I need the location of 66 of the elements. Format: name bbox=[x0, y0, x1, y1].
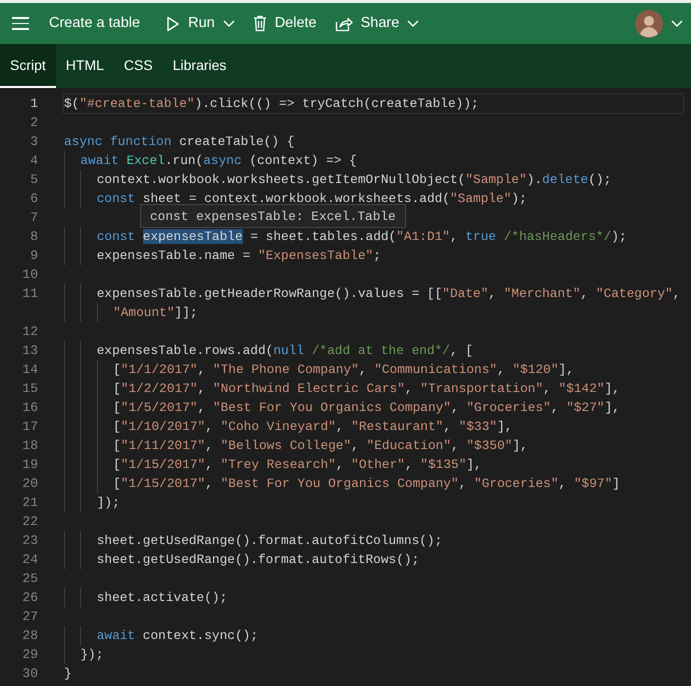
code-line: expensesTable.name = "ExpensesTable"; bbox=[64, 246, 381, 265]
line-number: 1 bbox=[29, 95, 38, 113]
line-number: 23 bbox=[21, 532, 38, 550]
line-number: 29 bbox=[21, 646, 38, 664]
hover-tooltip: const expensesTable: Excel.Table bbox=[140, 204, 406, 228]
line-number: 6 bbox=[29, 190, 38, 208]
code-line: sheet.getUsedRange().format.autofitColumns(); bbox=[64, 531, 442, 550]
line-number: 8 bbox=[29, 228, 38, 246]
line-number: 7 bbox=[29, 209, 38, 227]
share-icon bbox=[334, 16, 353, 32]
line-number: 17 bbox=[21, 418, 38, 436]
code-line: context.workbook.worksheets.getItemOrNullObject("Sample").delete(); bbox=[64, 170, 612, 189]
code-line: $("#create-table").click(() => tryCatch(createTable)); bbox=[64, 95, 479, 113]
line-number: 25 bbox=[21, 570, 38, 588]
code-line: ]); bbox=[64, 493, 120, 512]
code-line: "Amount"]]; bbox=[64, 303, 198, 322]
line-number: 24 bbox=[21, 551, 38, 569]
code-line: } bbox=[64, 665, 72, 683]
line-number: 12 bbox=[21, 323, 38, 341]
trash-icon bbox=[252, 15, 267, 32]
code-line: ["1/15/2017", "Best For You Organics Company", "Groceries", "$97"] bbox=[64, 474, 620, 493]
line-number: 21 bbox=[21, 494, 38, 512]
line-number: 18 bbox=[21, 437, 38, 455]
avatar-icon[interactable] bbox=[635, 10, 663, 38]
line-number: 3 bbox=[29, 133, 38, 151]
editor-tab[interactable]: Libraries bbox=[162, 44, 236, 88]
line-number: 11 bbox=[21, 285, 38, 303]
line-number: 28 bbox=[21, 627, 38, 645]
line-number: 19 bbox=[21, 456, 38, 474]
code-line: await Excel.run(async (context) => { bbox=[64, 151, 357, 170]
code-line: }); bbox=[64, 645, 104, 664]
editor-tab[interactable]: CSS bbox=[114, 44, 163, 88]
line-number: 22 bbox=[21, 513, 38, 531]
line-number: 2 bbox=[29, 114, 38, 132]
play-icon bbox=[166, 16, 180, 32]
line-number: 14 bbox=[21, 361, 38, 379]
line-number: 26 bbox=[21, 589, 38, 607]
line-number: 27 bbox=[21, 608, 38, 626]
code-line: expensesTable.rows.add(null /*add at the end*/, [ bbox=[64, 341, 474, 360]
code-line: ["1/10/2017", "Coho Vineyard", "Restaurant", "$33"], bbox=[64, 417, 512, 436]
chevron-down-icon bbox=[671, 20, 683, 28]
snippet-title: Create a table bbox=[49, 14, 140, 33]
code-line: ["1/11/2017", "Bellows College", "Education", "$350"], bbox=[64, 436, 528, 455]
line-number: 10 bbox=[21, 266, 38, 284]
code-line: ["1/2/2017", "Northwind Electric Cars", "Transportation", "$142"], bbox=[64, 379, 620, 398]
code-line: sheet.activate(); bbox=[64, 588, 228, 607]
toolbar-button[interactable]: Share bbox=[334, 12, 420, 34]
code-line: expensesTable.getHeaderRowRange().values = [["Date", "Merchant", "Category", bbox=[64, 284, 680, 303]
line-number: 30 bbox=[21, 665, 38, 683]
line-number: 13 bbox=[21, 342, 38, 360]
line-number: 16 bbox=[21, 399, 38, 417]
line-number: 15 bbox=[21, 380, 38, 398]
code-line: await context.sync(); bbox=[64, 626, 258, 645]
editor-tab[interactable]: HTML bbox=[56, 44, 114, 88]
line-number: 4 bbox=[29, 152, 38, 170]
code-line: ["1/15/2017", "Trey Research", "Other", "$135"], bbox=[64, 455, 482, 474]
line-number: 5 bbox=[29, 171, 38, 189]
code-line: async function createTable() { bbox=[64, 133, 294, 151]
code-line: sheet.getUsedRange().format.autofitRows(); bbox=[64, 550, 420, 569]
toolbar-button[interactable]: Delete bbox=[252, 12, 317, 34]
line-number: 20 bbox=[21, 475, 38, 493]
line-number: 9 bbox=[29, 247, 38, 265]
code-line: ["1/1/2017", "The Phone Company", "Communications", "$120"], bbox=[64, 360, 574, 379]
code-line: ["1/5/2017", "Best For You Organics Company", "Groceries", "$27"], bbox=[64, 398, 620, 417]
editor-tab[interactable]: Script bbox=[0, 44, 56, 88]
toolbar-button[interactable]: Run bbox=[166, 12, 235, 34]
